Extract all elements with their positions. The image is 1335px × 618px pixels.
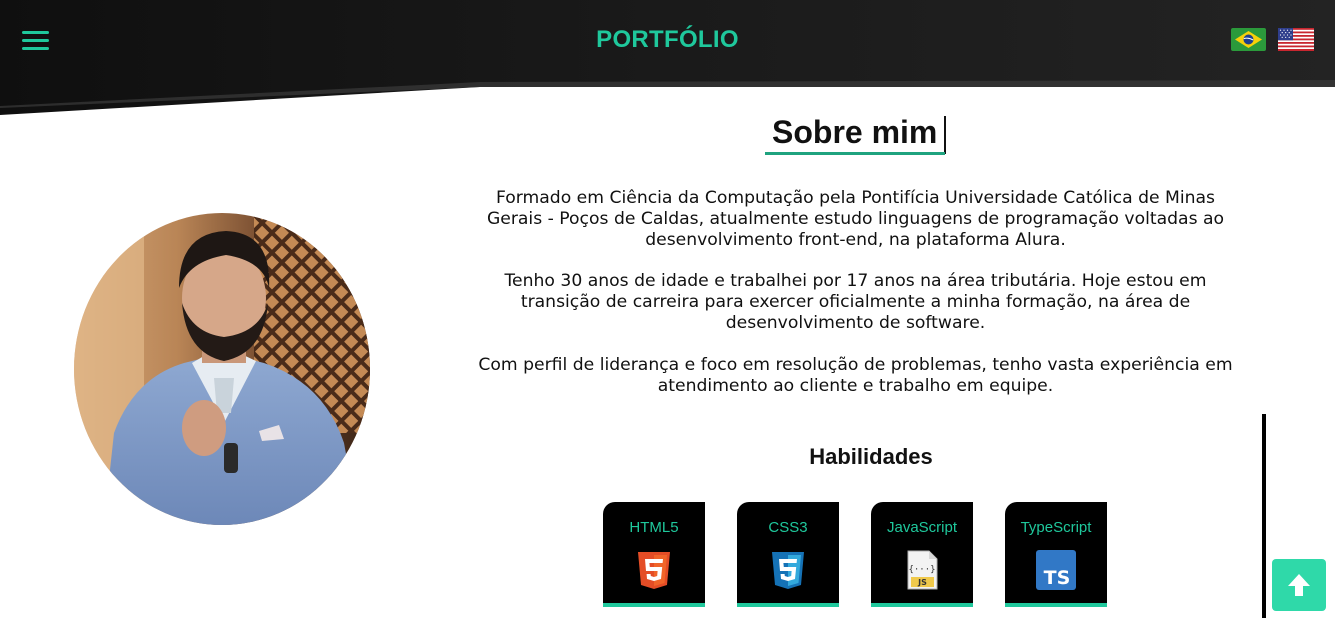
skill-label: TypeScript — [1020, 519, 1092, 536]
header-background — [0, 0, 1335, 115]
about-title-block: Sobre mim — [765, 112, 946, 155]
skill-card-css3[interactable]: CSS3 — [737, 502, 839, 607]
skill-label: JavaScript — [886, 519, 958, 536]
skill-label: HTML5 — [629, 519, 679, 536]
svg-text:TS: TS — [1044, 567, 1071, 589]
back-to-top-button[interactable] — [1272, 559, 1326, 611]
typing-caret — [944, 116, 946, 154]
skill-card-javascript[interactable]: JavaScript {···} JS — [871, 502, 973, 607]
svg-text:{···}: {···} — [908, 565, 935, 575]
skills-title: Habilidades — [809, 444, 933, 469]
typescript-icon: TS — [1036, 550, 1076, 594]
skill-card-typescript[interactable]: TypeScript TS — [1005, 502, 1107, 607]
skill-label: CSS3 — [768, 519, 808, 536]
title-underline — [765, 152, 945, 155]
html5-icon — [634, 550, 674, 594]
arrow-up-icon — [1288, 574, 1310, 596]
about-paragraph: Formado em Ciência da Computação pela Po… — [486, 188, 1225, 250]
site-brand[interactable]: PORTFÓLIO — [0, 26, 1335, 54]
skill-card-html5[interactable]: HTML5 — [603, 502, 705, 607]
about-title: Sobre mim — [772, 114, 938, 150]
about-paragraph: Com perfil de liderança e foco em resolu… — [478, 354, 1233, 396]
site-header: PORTFÓLIO — [0, 0, 1335, 120]
javascript-file-icon: {···} JS — [902, 550, 942, 594]
about-paragraph: Tenho 30 anos de idade e trabalhei por 1… — [504, 271, 1207, 333]
side-divider — [1262, 414, 1266, 618]
svg-text:JS: JS — [917, 578, 927, 587]
about-text: Formado em Ciência da Computação pela Po… — [478, 188, 1233, 417]
css3-icon — [768, 550, 808, 594]
profile-photo — [74, 213, 370, 525]
